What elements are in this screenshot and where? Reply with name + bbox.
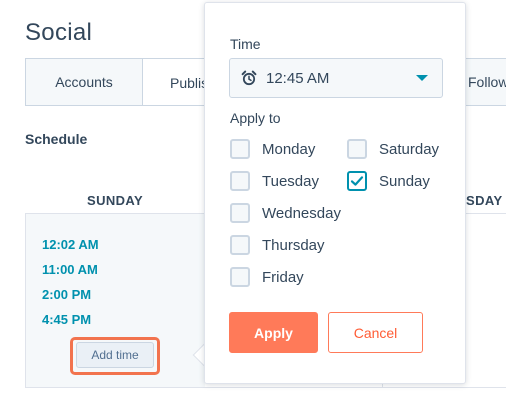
checkbox-label: Tuesday	[262, 172, 319, 190]
time-select[interactable]: 12:45 AM	[229, 58, 443, 98]
time-slot[interactable]: 11:00 AM	[42, 262, 98, 277]
schedule-heading: Schedule	[25, 131, 88, 147]
time-slot[interactable]: 12:02 AM	[42, 237, 99, 252]
cancel-button[interactable]: Cancel	[328, 312, 423, 353]
page-title: Social	[25, 19, 93, 46]
checkbox-monday[interactable]	[230, 139, 250, 159]
time-popover: Time 12:45 AM Apply to Monday Tuesday We…	[204, 2, 466, 384]
checkbox-row-sunday[interactable]: Sunday	[347, 171, 430, 191]
schedule-bottom-border	[25, 387, 506, 388]
apply-to-label: Apply to	[230, 110, 281, 126]
day-header-sunday: SUNDAY	[87, 193, 144, 208]
checkbox-row-friday[interactable]: Friday	[230, 267, 304, 287]
checkmark-icon	[350, 176, 364, 186]
checkbox-wednesday[interactable]	[230, 203, 250, 223]
checkbox-label: Thursday	[262, 236, 325, 254]
caret-down-icon	[416, 75, 428, 81]
checkbox-label: Saturday	[379, 140, 440, 158]
time-label: Time	[230, 36, 261, 52]
time-select-value: 12:45 AM	[266, 69, 330, 87]
checkbox-row-wednesday[interactable]: Wednesday	[230, 203, 341, 223]
day-header-partial: SDAY	[466, 193, 503, 208]
checkbox-saturday[interactable]	[347, 139, 367, 159]
checkbox-sunday[interactable]	[347, 171, 367, 191]
checkbox-tuesday[interactable]	[230, 171, 250, 191]
checkbox-row-saturday[interactable]: Saturday	[347, 139, 439, 159]
checkbox-label: Sunday	[379, 172, 430, 190]
checkbox-friday[interactable]	[230, 267, 250, 287]
time-slot[interactable]: 2:00 PM	[42, 287, 91, 302]
checkbox-label: Friday	[262, 268, 304, 286]
checkbox-row-monday[interactable]: Monday	[230, 139, 315, 159]
checkbox-row-thursday[interactable]: Thursday	[230, 235, 325, 255]
highlight-outline	[70, 337, 160, 375]
checkbox-thursday[interactable]	[230, 235, 250, 255]
alarm-clock-icon	[241, 70, 257, 86]
apply-button[interactable]: Apply	[229, 312, 318, 353]
time-slot[interactable]: 4:45 PM	[42, 312, 91, 327]
checkbox-label: Monday	[262, 140, 316, 158]
checkbox-row-tuesday[interactable]: Tuesday	[230, 171, 319, 191]
checkbox-label: Wednesday	[262, 204, 341, 222]
tab-accounts[interactable]: Accounts	[25, 58, 143, 106]
